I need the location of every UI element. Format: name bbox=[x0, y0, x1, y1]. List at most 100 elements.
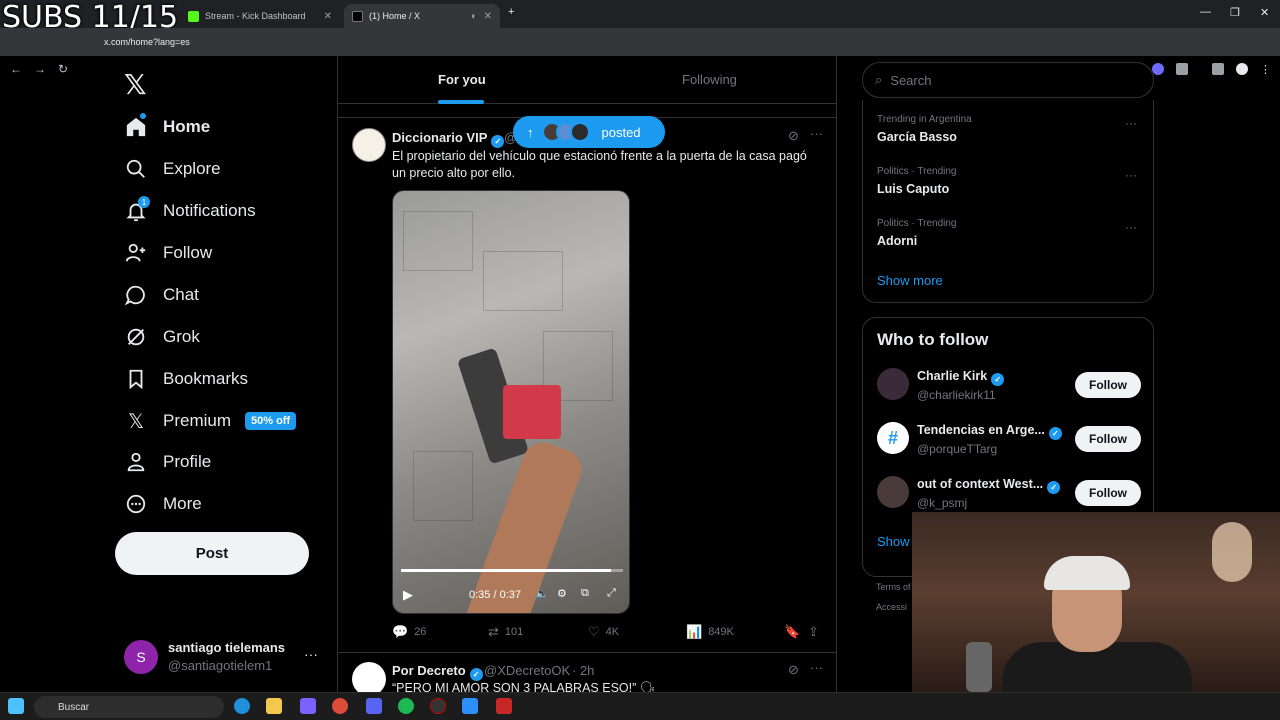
settings-icon[interactable]: ⚙ bbox=[557, 587, 567, 600]
chrome-icon[interactable] bbox=[332, 698, 348, 714]
follow-button[interactable]: Follow bbox=[1075, 480, 1141, 506]
url-field[interactable]: x.com/home?lang=es bbox=[104, 37, 190, 47]
nav-profile[interactable]: Profile bbox=[124, 442, 211, 482]
reload-icon[interactable]: ↻ bbox=[58, 62, 68, 76]
new-posts-pill[interactable]: ↑ posted bbox=[513, 116, 665, 148]
tab-following[interactable]: Following bbox=[682, 72, 737, 87]
edge-icon[interactable] bbox=[234, 698, 250, 714]
nav-chat[interactable]: Chat bbox=[124, 275, 199, 315]
avatar: S bbox=[124, 640, 158, 674]
more-icon[interactable]: ··· bbox=[810, 660, 823, 675]
speaker-icon: ◖ bbox=[469, 10, 476, 22]
reply-button[interactable]: 💬 26 bbox=[392, 624, 426, 640]
trend-item[interactable]: García Basso bbox=[877, 130, 957, 144]
more-icon[interactable]: ··· bbox=[1125, 168, 1137, 182]
menu-icon[interactable]: ⋮ bbox=[1260, 63, 1272, 76]
account-switcher[interactable]: S santiago tielemans @santiagotielem1 ··… bbox=[124, 640, 324, 674]
footer-accessibility-link[interactable]: Accessi bbox=[876, 602, 907, 612]
tweet-author-name[interactable]: Por Decreto ✓ bbox=[392, 663, 483, 681]
more-icon[interactable]: ··· bbox=[1125, 220, 1137, 234]
active-tab-indicator bbox=[438, 100, 484, 104]
pip-icon[interactable]: ⧉ bbox=[581, 587, 589, 600]
nav-premium[interactable]: 𝕏 Premium 50% off bbox=[124, 401, 297, 441]
app-icon[interactable] bbox=[496, 698, 512, 714]
more-icon[interactable]: ··· bbox=[810, 126, 823, 141]
avatar[interactable] bbox=[352, 662, 386, 692]
bookmark-button[interactable]: 🔖 bbox=[784, 624, 806, 640]
suggestion-name[interactable]: Charlie Kirk ✓ bbox=[917, 369, 1005, 386]
obs-icon[interactable] bbox=[430, 698, 446, 714]
like-button[interactable]: ♡ 4K bbox=[588, 624, 619, 640]
discord-icon[interactable] bbox=[366, 698, 382, 714]
repost-icon: ⇄ bbox=[488, 624, 499, 639]
show-more-link[interactable]: Show bbox=[877, 534, 910, 549]
play-icon[interactable]: ▶ bbox=[403, 587, 413, 603]
hashtag-icon[interactable]: # bbox=[877, 422, 909, 454]
nav-grok[interactable]: Grok bbox=[124, 317, 200, 357]
minimize-icon[interactable]: — bbox=[1200, 6, 1211, 18]
avatar[interactable] bbox=[352, 128, 386, 162]
close-icon[interactable]: ✕ bbox=[324, 11, 332, 22]
tweet-author-name[interactable]: Diccionario VIP ✓ bbox=[392, 130, 505, 148]
feed-tabs: For you Following bbox=[338, 56, 836, 104]
who-to-follow-title: Who to follow bbox=[877, 330, 989, 349]
tab-for-you[interactable]: For you bbox=[438, 72, 486, 87]
copilot-icon[interactable] bbox=[300, 698, 316, 714]
views-button[interactable]: 📊 849K bbox=[686, 624, 734, 640]
forward-icon[interactable]: → bbox=[34, 62, 46, 76]
premium-discount-badge: 50% off bbox=[245, 412, 297, 430]
share-icon: ⇪ bbox=[808, 624, 819, 639]
more-icon[interactable]: ··· bbox=[304, 646, 318, 662]
puzzle-icon[interactable] bbox=[1176, 63, 1188, 75]
post-button[interactable]: Post bbox=[115, 532, 309, 575]
restore-icon[interactable]: ❐ bbox=[1230, 6, 1240, 19]
share-button[interactable]: ⇪ bbox=[808, 624, 825, 640]
address-bar-area: ← → ↻ ⋮ bbox=[0, 28, 1280, 76]
trend-item[interactable]: Adorni bbox=[877, 234, 917, 248]
extension-icon[interactable] bbox=[1152, 63, 1164, 75]
nav-bookmarks[interactable]: Bookmarks bbox=[124, 359, 248, 399]
file-explorer-icon[interactable] bbox=[266, 698, 282, 714]
suggestion-name[interactable]: out of context West... ✓ bbox=[917, 477, 1061, 494]
nav-more[interactable]: More bbox=[124, 484, 202, 524]
fullscreen-icon[interactable]: ⤢ bbox=[607, 587, 616, 600]
close-window-icon[interactable]: ✕ bbox=[1260, 6, 1269, 19]
show-more-link[interactable]: Show more bbox=[877, 273, 943, 288]
trend-item[interactable]: Luis Caputo bbox=[877, 182, 949, 196]
suggestion-name[interactable]: Tendencias en Arge... ✓ bbox=[917, 423, 1062, 440]
nav-follow[interactable]: Follow bbox=[124, 233, 212, 273]
tab-kick-dashboard[interactable]: Stream - Kick Dashboard ✕ bbox=[180, 4, 340, 28]
video-progress-bar[interactable] bbox=[401, 569, 623, 572]
footer-terms-link[interactable]: Terms of bbox=[876, 582, 911, 592]
new-tab-icon[interactable]: + bbox=[508, 6, 514, 18]
tweet-video[interactable]: ▶ 0:35 / 0:37 🔈 ⚙ ⧉ ⤢ bbox=[392, 190, 630, 614]
avatar[interactable] bbox=[877, 368, 909, 400]
follow-button[interactable]: Follow bbox=[1075, 426, 1141, 452]
more-icon[interactable]: ··· bbox=[1125, 116, 1137, 130]
app-icon[interactable] bbox=[462, 698, 478, 714]
profile-icon[interactable] bbox=[1236, 63, 1248, 75]
volume-icon[interactable]: 🔈 bbox=[535, 587, 549, 600]
nav-explore[interactable]: Explore bbox=[124, 149, 221, 189]
tweet-author-handle[interactable]: @XDecretoOK bbox=[484, 663, 570, 678]
close-icon[interactable]: ✕ bbox=[484, 11, 492, 22]
grok-icon[interactable]: ⊘ bbox=[788, 128, 799, 144]
sidebar-icon[interactable] bbox=[1212, 63, 1224, 75]
taskbar-search[interactable]: Buscar bbox=[34, 696, 224, 718]
tweet-time[interactable]: · 2h bbox=[572, 663, 594, 678]
follow-button[interactable]: Follow bbox=[1075, 372, 1141, 398]
grok-icon[interactable]: ⊘ bbox=[788, 662, 799, 678]
nav-home[interactable]: Home bbox=[124, 107, 210, 147]
back-icon[interactable]: ← bbox=[10, 62, 22, 76]
avatar[interactable] bbox=[877, 476, 909, 508]
tab-x-home[interactable]: (1) Home / X ◖ ✕ bbox=[344, 4, 500, 28]
repost-button[interactable]: ⇄ 101 bbox=[488, 624, 523, 640]
tab-label: Stream - Kick Dashboard bbox=[205, 11, 306, 21]
windows-start-icon[interactable] bbox=[8, 698, 24, 714]
search-input[interactable]: ⌕ Search bbox=[862, 62, 1154, 98]
nav-label: Profile bbox=[163, 452, 212, 471]
arrow-up-icon: ↑ bbox=[527, 124, 534, 140]
spotify-icon[interactable] bbox=[398, 698, 414, 714]
x-logo-icon[interactable]: 𝕏 bbox=[124, 68, 147, 101]
more-circle-icon bbox=[124, 492, 148, 516]
